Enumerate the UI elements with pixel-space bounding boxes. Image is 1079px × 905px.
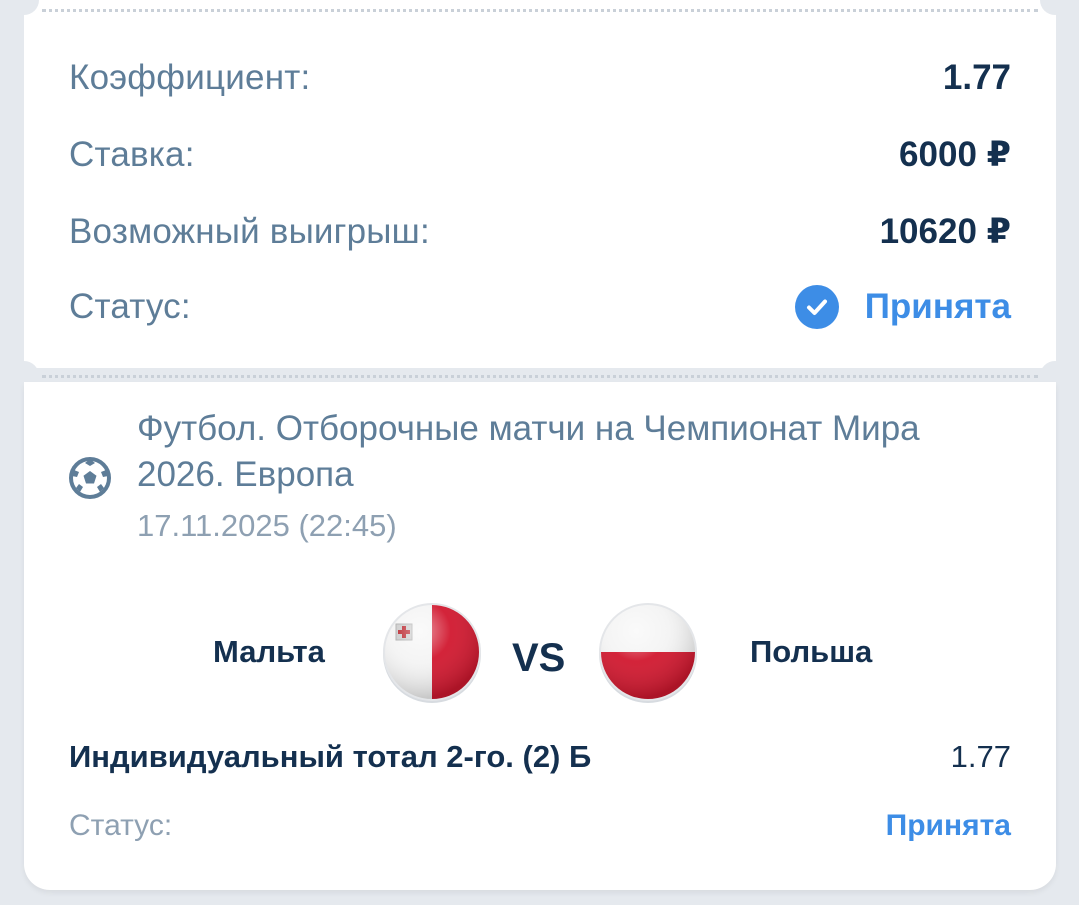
home-team-name: Мальта — [213, 634, 325, 669]
status-label: Статус: — [69, 287, 191, 326]
stake-label: Ставка: — [69, 135, 195, 174]
selection-status-label: Статус: — [69, 809, 173, 842]
odds-label: Коэффициент: — [69, 58, 311, 97]
section-perforation — [42, 375, 1038, 378]
poland-flag-icon — [599, 603, 697, 703]
stake-row: Ставка: 6000 ₽ — [69, 131, 1011, 179]
odds-row: Коэффициент: 1.77 — [69, 54, 1011, 102]
odds-value: 1.77 — [942, 58, 1011, 97]
payout-label: Возможный выигрыш: — [69, 212, 430, 251]
soccer-ball-icon — [69, 457, 111, 499]
status-indicator: Принята — [794, 285, 1011, 329]
selection-odds: 1.77 — [950, 739, 1011, 774]
selection-name: Индивидуальный тотал 2-го. (2) Б — [69, 739, 592, 774]
event-date: 17.11.2025 (22:45) — [137, 508, 397, 543]
status-value: Принята — [864, 287, 1011, 326]
selection-row: Индивидуальный тотал 2-го. (2) Б 1.77 — [69, 736, 1011, 778]
event-title[interactable]: Футбол. Отборочные матчи на Чемпионат Ми… — [137, 406, 967, 498]
check-circle-icon — [794, 285, 839, 329]
payout-row: Возможный выигрыш: 10620 ₽ — [69, 208, 1011, 256]
away-team-name: Польша — [750, 634, 873, 669]
stake-value: 6000 ₽ — [899, 135, 1011, 174]
top-perforation — [42, 9, 1038, 12]
malta-flag-icon — [383, 603, 481, 703]
vs-label: VS — [512, 636, 566, 680]
selection-status-value: Принята — [885, 809, 1011, 842]
selection-status-row: Статус: Принята — [69, 806, 1011, 846]
status-row: Статус: Принята — [69, 283, 1011, 331]
payout-value: 10620 ₽ — [879, 212, 1011, 251]
